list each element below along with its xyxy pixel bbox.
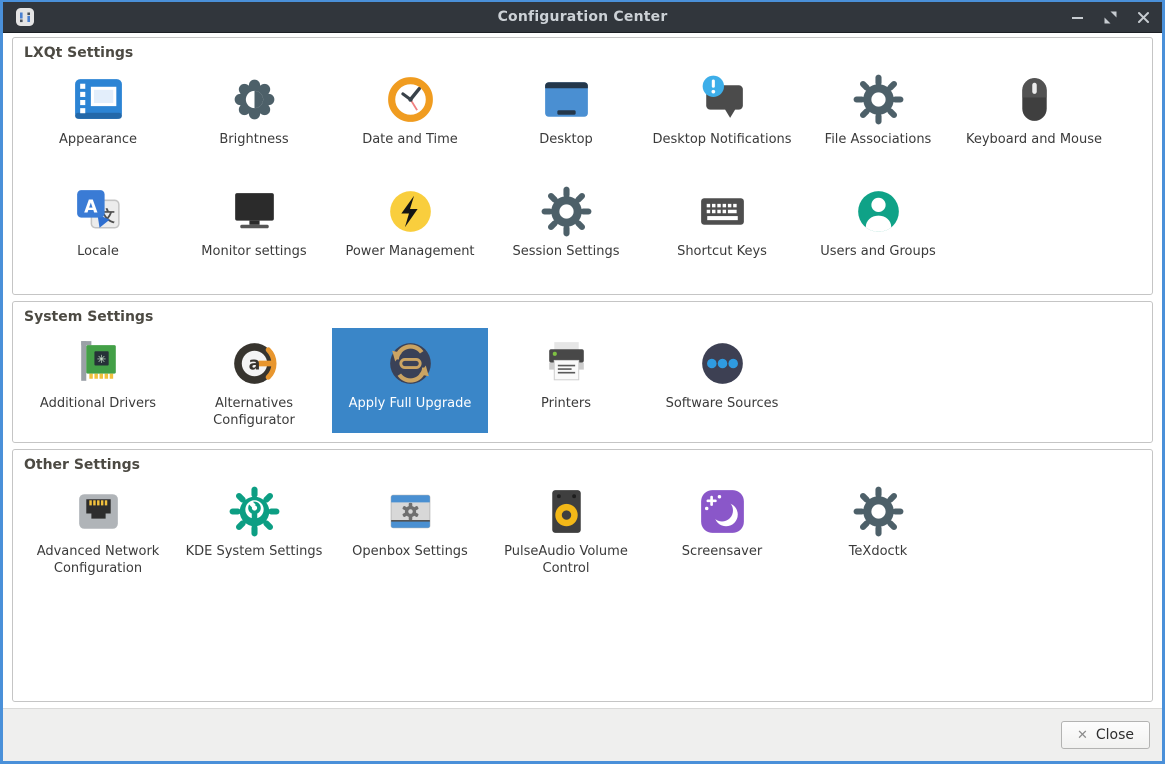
brightness-icon xyxy=(226,71,283,128)
config-item-desktop[interactable]: Desktop xyxy=(488,64,644,152)
config-item-label: Brightness xyxy=(219,132,289,147)
close-button[interactable]: ✕ Close xyxy=(1060,721,1150,749)
config-item-file-associations[interactable]: File Associations xyxy=(800,64,956,152)
config-item-label: KDE System Settings xyxy=(185,544,323,559)
config-item-alternatives-configurator[interactable]: a Alternatives Configurator xyxy=(176,328,332,433)
config-item-label: Locale xyxy=(77,243,119,259)
app-icon xyxy=(15,7,35,27)
footer-bar: ✕ Close xyxy=(3,708,1162,761)
section-label: System Settings xyxy=(24,309,154,325)
config-item-openbox-settings[interactable]: Openbox Settings xyxy=(332,476,488,581)
keyboard-mouse-icon xyxy=(1006,71,1063,128)
config-item-label: Software Sources xyxy=(665,396,779,411)
svg-text:a: a xyxy=(248,355,260,375)
config-item-label: Desktop Notifications xyxy=(652,132,792,147)
titlebar: Configuration Center xyxy=(3,2,1162,33)
section-label: Other Settings xyxy=(24,457,140,473)
config-item-session-settings[interactable]: Session Settings xyxy=(488,176,644,264)
close-icon: ✕ xyxy=(1076,727,1088,743)
config-item-additional-drivers[interactable]: ✳ Additional Drivers xyxy=(20,328,176,433)
window-controls xyxy=(1071,11,1150,24)
section-items: Appearance Brightness Date and Time Desk… xyxy=(20,64,1145,288)
config-item-desktop-notifications[interactable]: Desktop Notifications xyxy=(644,64,800,152)
apply-full-upgrade-icon xyxy=(382,335,439,392)
content-area: LXQt Settings Appearance Brightness Date… xyxy=(3,33,1162,708)
minimize-button[interactable] xyxy=(1071,11,1084,24)
date-time-icon xyxy=(382,71,439,128)
config-item-label: Appearance xyxy=(58,132,138,147)
locale-icon: 文 A xyxy=(70,183,127,240)
config-item-locale[interactable]: 文 A Locale xyxy=(20,176,176,264)
users-groups-icon xyxy=(850,183,907,240)
section-items: ✳ Additional Drivers a Alternatives Conf… xyxy=(20,328,1145,433)
printers-icon xyxy=(538,335,595,392)
openbox-settings-icon xyxy=(382,483,439,540)
kde-system-settings-icon xyxy=(226,483,283,540)
config-item-label: Additional Drivers xyxy=(39,396,157,411)
svg-text:✳: ✳ xyxy=(96,353,105,366)
window-title: Configuration Center xyxy=(497,9,668,25)
config-item-label: Shortcut Keys xyxy=(677,243,767,259)
config-item-label: TeXdoctk xyxy=(848,544,908,559)
power-management-icon xyxy=(382,183,439,240)
section-system-settings: System Settings ✳ Additional Drivers a A… xyxy=(12,301,1153,443)
config-item-label: File Associations xyxy=(824,132,932,147)
config-item-shortcut-keys[interactable]: Shortcut Keys xyxy=(644,176,800,264)
config-item-label: Desktop xyxy=(539,132,593,147)
close-window-button[interactable] xyxy=(1137,11,1150,24)
config-item-label: Keyboard and Mouse xyxy=(965,132,1102,147)
texdoctk-icon xyxy=(850,483,907,540)
pulseaudio-volume-icon xyxy=(538,483,595,540)
file-associations-icon xyxy=(850,71,907,128)
shortcut-keys-icon xyxy=(694,183,751,240)
config-item-label: Screensaver xyxy=(681,544,763,559)
session-settings-icon xyxy=(538,183,595,240)
section-items: Advanced Network Configuration KDE Syste… xyxy=(20,476,1145,581)
config-item-software-sources[interactable]: Software Sources xyxy=(644,328,800,433)
config-item-label: Alternatives Configurator xyxy=(213,396,295,428)
config-item-label: Users and Groups xyxy=(820,243,936,259)
config-item-label: Monitor settings xyxy=(201,243,307,259)
config-item-texdoctk[interactable]: TeXdoctk xyxy=(800,476,956,581)
svg-text:A: A xyxy=(84,197,98,217)
advanced-network-icon xyxy=(70,483,127,540)
config-item-label: Power Management xyxy=(345,243,475,259)
config-item-printers[interactable]: Printers xyxy=(488,328,644,433)
config-item-kde-system-settings[interactable]: KDE System Settings xyxy=(176,476,332,581)
config-item-label: Session Settings xyxy=(512,243,620,259)
config-item-label: Openbox Settings xyxy=(352,544,468,559)
section-lxqt-settings: LXQt Settings Appearance Brightness Date… xyxy=(12,37,1153,295)
config-item-users-and-groups[interactable]: Users and Groups xyxy=(800,176,956,264)
screensaver-icon xyxy=(694,483,751,540)
config-item-label: Printers xyxy=(540,396,592,411)
config-item-power-management[interactable]: Power Management xyxy=(332,176,488,264)
config-item-appearance[interactable]: Appearance xyxy=(20,64,176,152)
desktop-icon xyxy=(538,71,595,128)
config-item-screensaver[interactable]: Screensaver xyxy=(644,476,800,581)
config-item-label: PulseAudio Volume Control xyxy=(504,544,628,576)
appearance-icon xyxy=(70,71,127,128)
close-button-label: Close xyxy=(1095,727,1134,743)
config-item-label: Advanced Network Configuration xyxy=(36,544,160,576)
desktop-notifications-icon xyxy=(694,71,751,128)
software-sources-icon xyxy=(694,335,751,392)
section-label: LXQt Settings xyxy=(24,45,134,61)
config-item-keyboard-and-mouse[interactable]: Keyboard and Mouse xyxy=(956,64,1112,152)
maximize-button[interactable] xyxy=(1104,11,1117,24)
config-item-date-and-time[interactable]: Date and Time xyxy=(332,64,488,152)
config-item-monitor-settings[interactable]: Monitor settings xyxy=(176,176,332,264)
config-item-advanced-network-configuration[interactable]: Advanced Network Configuration xyxy=(20,476,176,581)
config-item-brightness[interactable]: Brightness xyxy=(176,64,332,152)
config-item-apply-full-upgrade[interactable]: Apply Full Upgrade xyxy=(332,328,488,433)
monitor-settings-icon xyxy=(226,183,283,240)
config-item-label: Date and Time xyxy=(362,132,458,147)
additional-drivers-icon: ✳ xyxy=(70,335,127,392)
alternatives-configurator-icon: a xyxy=(226,335,283,392)
configuration-center-window: Configuration Center LXQt Settings Appea… xyxy=(0,0,1165,764)
config-item-label: Apply Full Upgrade xyxy=(348,396,472,411)
config-item-pulseaudio-volume-control[interactable]: PulseAudio Volume Control xyxy=(488,476,644,581)
section-other-settings: Other Settings Advanced Network Configur… xyxy=(12,449,1153,702)
